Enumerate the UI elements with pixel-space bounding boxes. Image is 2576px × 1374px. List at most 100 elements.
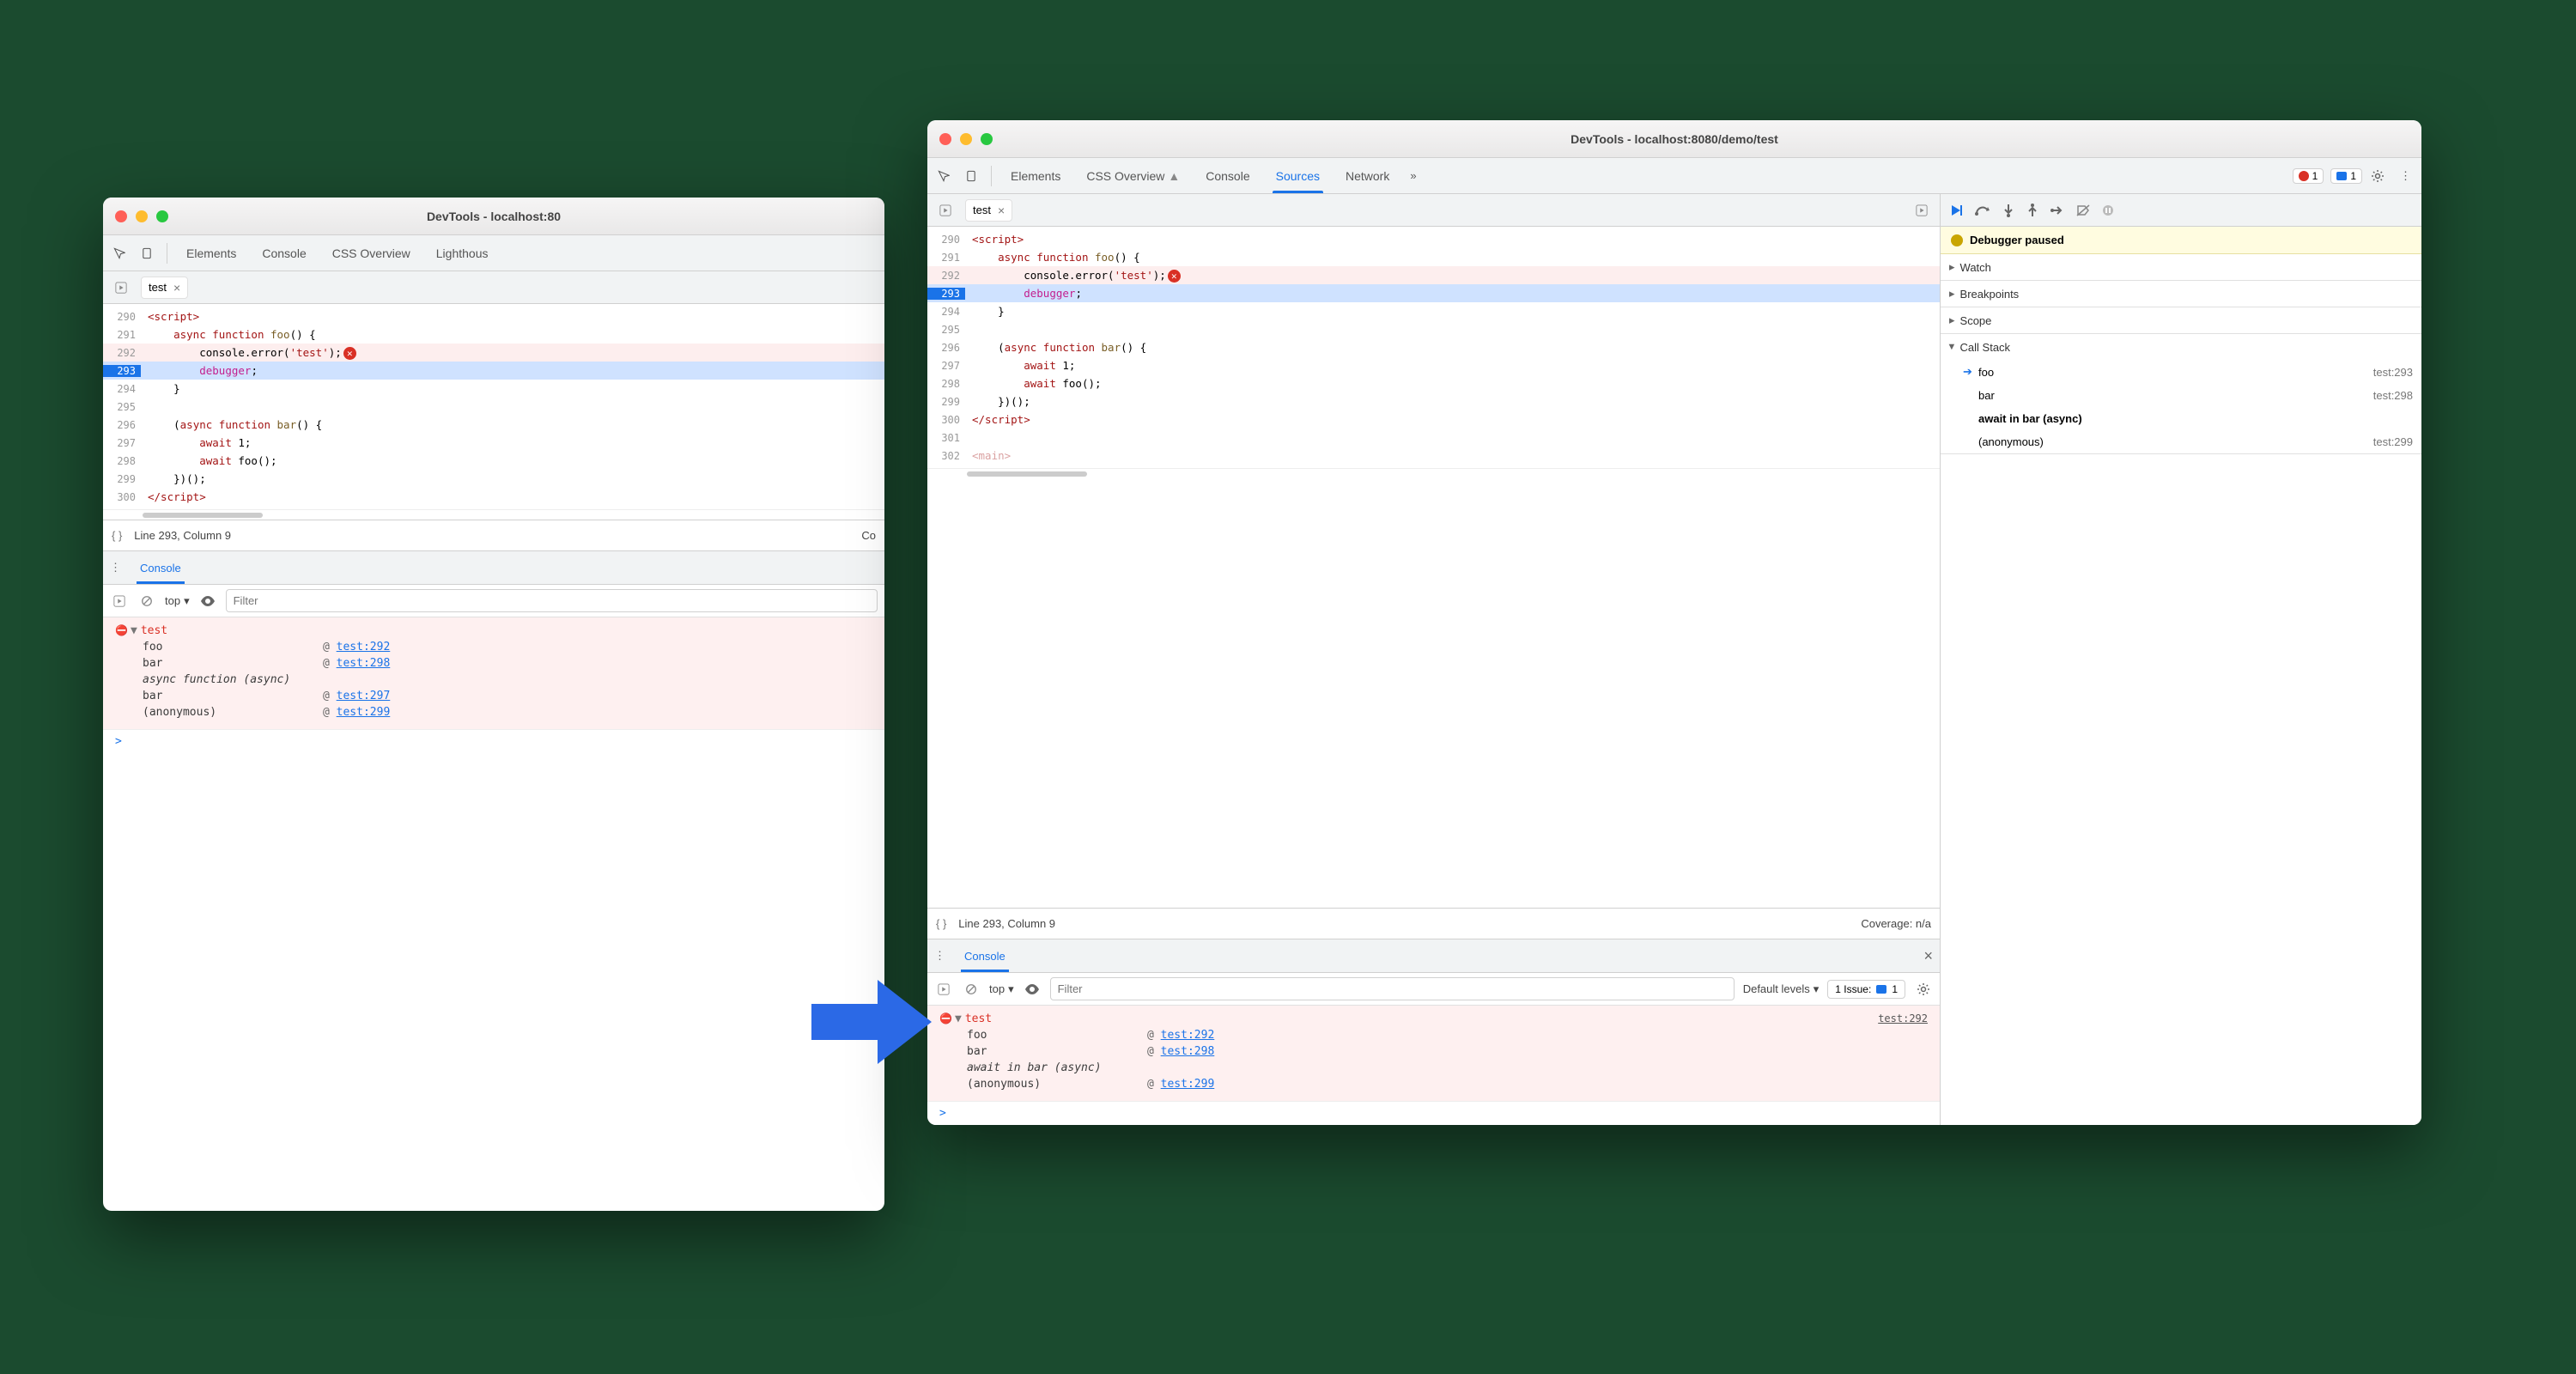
drawer-tab-console[interactable]: Console <box>131 551 190 584</box>
step-into-icon[interactable] <box>2002 204 2014 217</box>
filter-input[interactable] <box>226 589 878 612</box>
error-source-link[interactable]: test:292 <box>1878 1012 1928 1024</box>
stack-frame[interactable]: bar@ test:298 <box>103 655 884 672</box>
code-line[interactable]: 300</script> <box>103 488 884 506</box>
console-prompt[interactable]: > <box>927 1101 1940 1125</box>
clear-icon[interactable] <box>962 980 981 999</box>
gear-icon[interactable] <box>1914 980 1933 999</box>
inspect-icon[interactable] <box>931 158 957 193</box>
tab-console[interactable]: Console <box>250 235 318 271</box>
error-badge[interactable]: 1 <box>2293 168 2324 184</box>
source-link[interactable]: test:298 <box>1161 1045 1215 1058</box>
code-line[interactable]: 296 (async function bar() { <box>927 338 1940 356</box>
console-prompt[interactable]: > <box>103 729 884 753</box>
more-icon[interactable]: ⋮ <box>2393 158 2418 193</box>
pause-exceptions-icon[interactable] <box>2102 204 2114 216</box>
code-line[interactable]: 295 <box>927 320 1940 338</box>
section-watch[interactable]: ▸Watch <box>1941 254 2421 280</box>
scrollbar[interactable] <box>927 468 1940 478</box>
device-icon[interactable] <box>958 158 984 193</box>
play-icon[interactable] <box>112 278 131 297</box>
context-selector[interactable]: top ▾ <box>989 982 1014 996</box>
more-icon[interactable]: ⋮ <box>110 561 121 575</box>
code-line[interactable]: 290<script> <box>927 230 1940 248</box>
code-line[interactable]: 297 await 1; <box>103 434 884 452</box>
code-line[interactable]: 297 await 1; <box>927 356 1940 374</box>
device-icon[interactable] <box>134 235 160 271</box>
close-icon[interactable]: × <box>173 281 180 295</box>
source-link[interactable]: test:298 <box>337 657 391 670</box>
code-line[interactable]: 299 })(); <box>927 392 1940 410</box>
section-breakpoints[interactable]: ▸Breakpoints <box>1941 281 2421 307</box>
tab-lighthouse[interactable]: Lighthous <box>424 235 501 271</box>
source-link[interactable]: test:297 <box>337 690 391 702</box>
tab-elements[interactable]: Elements <box>174 235 248 271</box>
callstack-frame[interactable]: (anonymous)test:299 <box>1941 430 2421 453</box>
play-icon[interactable] <box>110 592 129 611</box>
code-line[interactable]: 292 console.error('test');✕ <box>103 344 884 362</box>
tab-css-overview[interactable]: CSS Overview ▲ <box>1074 158 1192 193</box>
source-link[interactable]: test:292 <box>337 641 391 654</box>
issue-badge[interactable]: 1 <box>2330 168 2362 184</box>
code-line[interactable]: 292 console.error('test');✕ <box>927 266 1940 284</box>
stack-frame[interactable]: foo@ test:292 <box>927 1027 1940 1043</box>
step-out-icon[interactable] <box>2026 204 2038 217</box>
code-line[interactable]: 295 <box>103 398 884 416</box>
context-selector[interactable]: top ▾ <box>165 594 190 608</box>
levels-selector[interactable]: Default levels ▾ <box>1743 982 1820 996</box>
titlebar[interactable]: DevTools - localhost:8080/demo/test <box>927 120 2421 158</box>
gear-icon[interactable] <box>2364 158 2391 193</box>
tab-network[interactable]: Network <box>1334 158 1401 193</box>
code-line[interactable]: 291 async function foo() { <box>103 325 884 344</box>
play-icon[interactable] <box>936 201 955 220</box>
code-line[interactable]: 291 async function foo() { <box>927 248 1940 266</box>
scrollbar[interactable] <box>103 509 884 520</box>
stack-frame[interactable]: bar@ test:298 <box>927 1043 1940 1060</box>
stack-frame[interactable]: (anonymous)@ test:299 <box>927 1076 1940 1092</box>
console-error-row[interactable]: ⛔ ▼ test test:292 <box>927 1011 1940 1027</box>
resume-icon[interactable] <box>1949 204 1963 217</box>
source-link[interactable]: test:292 <box>1161 1029 1215 1042</box>
tab-console[interactable]: Console <box>1194 158 1261 193</box>
stack-frame[interactable]: foo@ test:292 <box>103 639 884 655</box>
clear-icon[interactable] <box>137 592 156 611</box>
close-icon[interactable]: × <box>998 204 1005 217</box>
play-icon[interactable] <box>934 980 953 999</box>
code-line[interactable]: 302<main> <box>927 447 1940 465</box>
stack-frame[interactable]: await in bar (async) <box>927 1060 1940 1076</box>
tab-sources[interactable]: Sources <box>1264 158 1332 193</box>
more-icon[interactable]: ⋮ <box>934 949 945 963</box>
tab-elements[interactable]: Elements <box>999 158 1072 193</box>
more-tabs-icon[interactable]: » <box>1403 158 1423 193</box>
stack-frame[interactable]: bar@ test:297 <box>103 688 884 704</box>
close-icon[interactable]: × <box>1923 947 1933 965</box>
issues-button[interactable]: 1 Issue: 1 <box>1827 980 1905 999</box>
callstack-frame[interactable]: await in bar (async) <box>1941 407 2421 430</box>
step-over-icon[interactable] <box>1975 204 1990 216</box>
chevron-down-icon[interactable]: ▼ <box>131 624 137 637</box>
inspect-icon[interactable] <box>106 235 132 271</box>
source-link[interactable]: test:299 <box>1161 1078 1215 1091</box>
drawer-tab-console[interactable]: Console <box>956 939 1014 972</box>
code-editor[interactable]: 290<script>291 async function foo() {292… <box>927 227 1940 908</box>
stack-frame[interactable]: async function (async) <box>103 672 884 688</box>
code-editor[interactable]: 290<script>291 async function foo() {292… <box>103 304 884 520</box>
callstack-frame[interactable]: bartest:298 <box>1941 384 2421 407</box>
step-icon[interactable] <box>2050 204 2064 216</box>
code-line[interactable]: 298 await foo(); <box>927 374 1940 392</box>
code-line[interactable]: 298 await foo(); <box>103 452 884 470</box>
file-tab-test[interactable]: test × <box>965 199 1012 222</box>
code-line[interactable]: 294 } <box>103 380 884 398</box>
code-line[interactable]: 299 })(); <box>103 470 884 488</box>
titlebar[interactable]: DevTools - localhost:80 <box>103 198 884 235</box>
hide-navigator-icon[interactable] <box>1912 201 1931 220</box>
tab-css-overview[interactable]: CSS Overview <box>320 235 422 271</box>
code-line[interactable]: 300</script> <box>927 410 1940 429</box>
source-link[interactable]: test:299 <box>337 706 391 719</box>
file-tab-test[interactable]: test × <box>141 277 188 299</box>
code-line[interactable]: 293 debugger; <box>927 284 1940 302</box>
chevron-down-icon[interactable]: ▼ <box>955 1012 962 1025</box>
deactivate-breakpoints-icon[interactable] <box>2076 204 2090 216</box>
code-line[interactable]: 296 (async function bar() { <box>103 416 884 434</box>
code-line[interactable]: 294 } <box>927 302 1940 320</box>
